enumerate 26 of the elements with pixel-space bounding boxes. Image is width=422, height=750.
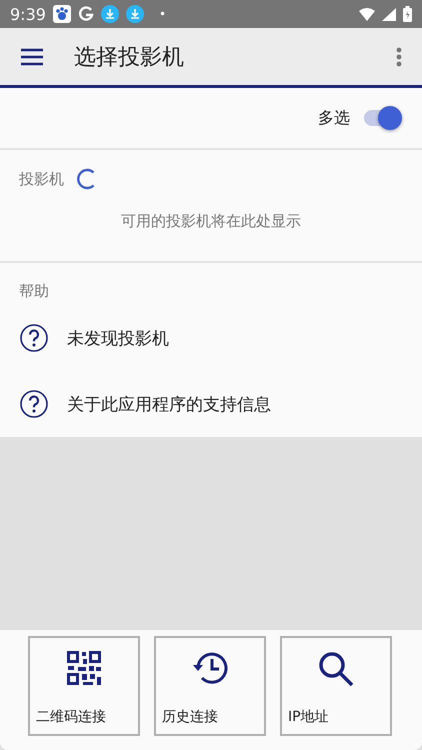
download-icon: [100, 5, 119, 23]
download-icon: [126, 5, 144, 23]
empty-message: 可用的投影机将在此处显示: [121, 212, 301, 230]
wifi-icon: [359, 8, 375, 20]
history-icon: [190, 650, 230, 686]
connect-option-button[interactable]: 历史连接: [154, 636, 266, 736]
section-heading: 帮助: [19, 282, 49, 300]
help-icon: [19, 389, 49, 419]
connect-option-button[interactable]: 二维码连接: [28, 636, 140, 736]
more-notifications-dot: •: [158, 7, 166, 21]
g-letter-app-icon: [78, 6, 94, 22]
status-time: 9:39: [10, 4, 46, 24]
help-icon: [19, 323, 49, 353]
help-link[interactable]: 未发现投影机: [67, 326, 169, 350]
paw-app-icon: [52, 5, 71, 23]
more-options-icon[interactable]: [396, 46, 402, 66]
section-heading: 投影机: [19, 170, 64, 188]
battery-icon: [403, 6, 412, 22]
menu-icon[interactable]: [20, 48, 44, 66]
multi-select-label: 多选: [318, 108, 350, 128]
search-icon: [317, 650, 355, 688]
connect-option-button[interactable]: IP地址: [280, 636, 392, 736]
help-link[interactable]: 关于此应用程序的支持信息: [67, 392, 271, 416]
qr-code-icon: [66, 650, 102, 686]
app-bar-title: 选择投影机: [74, 44, 185, 72]
signal-icon: [382, 8, 396, 20]
